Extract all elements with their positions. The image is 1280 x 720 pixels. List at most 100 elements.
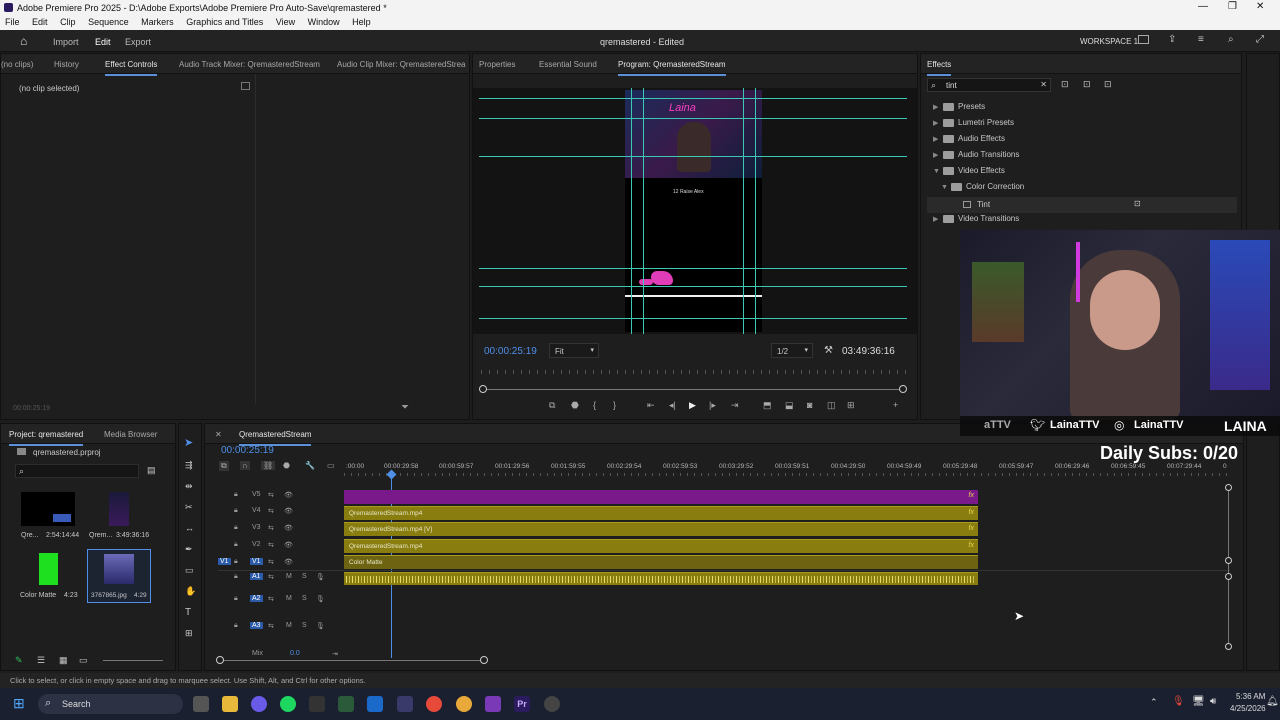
selection-tool-icon[interactable]: ➤	[184, 436, 193, 449]
lock-icon[interactable]: 🔒︎	[234, 491, 238, 499]
track-name[interactable]: A3	[250, 622, 263, 629]
eye-icon[interactable]: 👁︎	[284, 558, 293, 566]
chrome-icon[interactable]	[426, 696, 442, 712]
tab-effects[interactable]: Effects	[927, 60, 952, 76]
tab-no-clips[interactable]: (no clips)	[1, 60, 33, 69]
sync-lock-icon[interactable]: ⇆	[268, 541, 274, 549]
project-item-thumb[interactable]	[21, 492, 75, 526]
tab-audio-track-mixer[interactable]: Audio Track Mixer: QremasteredStream	[179, 60, 320, 69]
clip-v2[interactable]: QremasteredStream.mp4 fx	[344, 539, 978, 553]
clip-v3[interactable]: QremasteredStream.mp4 [V] fx	[344, 522, 978, 536]
32bit-effects-icon[interactable]: ⊡	[1083, 79, 1091, 90]
excel-icon[interactable]	[338, 696, 354, 712]
sync-lock-icon[interactable]: ⇆	[268, 524, 274, 532]
sync-lock-icon[interactable]: ⇆	[268, 573, 274, 581]
tab-program[interactable]: Program: QremasteredStream	[618, 60, 726, 76]
lock-icon[interactable]: 🔒︎	[234, 541, 238, 549]
share-icon[interactable]: ⇪	[1168, 34, 1176, 45]
app-icon[interactable]	[485, 696, 501, 712]
scroll-handle[interactable]	[1225, 573, 1232, 580]
lock-icon[interactable]: 🔒︎	[234, 595, 238, 603]
filter-icon[interactable]: ⏷	[401, 402, 409, 413]
lock-icon[interactable]: 🔒︎	[234, 558, 238, 566]
timeline-timecode[interactable]: 00:00:25:19	[221, 445, 274, 456]
track-name[interactable]: A2	[250, 595, 263, 602]
resolution-dropdown[interactable]: 1/2 ▾	[771, 343, 813, 358]
import-tab[interactable]: Import	[53, 37, 79, 47]
go-to-out-icon[interactable]: ⇥	[332, 650, 338, 658]
workspace-label[interactable]: WORKSPACE 1	[1080, 37, 1138, 46]
tree-item-tint[interactable]: Tint	[927, 197, 1237, 213]
marker-icon[interactable]: ⬣	[571, 400, 579, 411]
freeform-view-icon[interactable]: ▭	[79, 655, 88, 666]
mic-icon[interactable]: 🎙︎	[316, 573, 325, 581]
mute-button[interactable]: M	[286, 595, 292, 602]
eye-icon[interactable]: 👁︎	[284, 524, 293, 532]
maximize-icon[interactable]: ❐	[1228, 1, 1237, 12]
menu-markers[interactable]: Markers	[141, 17, 174, 27]
wrench-icon[interactable]: ⚒	[824, 345, 833, 356]
tree-item-presets[interactable]: ▶ Presets	[933, 102, 985, 118]
track-name[interactable]: V1	[250, 558, 263, 565]
comparison-view-icon[interactable]: ◫	[827, 400, 836, 411]
tree-item-video-effects[interactable]: ▼ Video Effects	[933, 166, 1005, 182]
sync-lock-icon[interactable]: ⇆	[268, 595, 274, 603]
export-tab[interactable]: Export	[125, 37, 151, 47]
clip-v5[interactable]: fx	[344, 490, 978, 504]
sync-lock-icon[interactable]: ⇆	[268, 507, 274, 515]
file-explorer-icon[interactable]	[222, 696, 238, 712]
pen-tool-icon[interactable]: ✒	[185, 544, 193, 555]
notification-icon[interactable]: 🔔︎	[1266, 696, 1279, 707]
clip-v1[interactable]: Color Matte	[344, 555, 978, 569]
menu-file[interactable]: File	[5, 17, 20, 27]
program-ruler[interactable]	[481, 370, 909, 374]
clock-date[interactable]: 4/25/2026	[1230, 704, 1266, 713]
lift-icon[interactable]: ⬒	[763, 400, 772, 411]
mic-icon[interactable]: 🎙︎	[316, 595, 325, 603]
thumbnail-size-slider[interactable]	[103, 660, 163, 661]
quick-export-icon[interactable]	[1138, 35, 1149, 44]
premiere-taskbar-icon[interactable]: Pr	[514, 696, 530, 712]
new-bin-icon[interactable]: ▤	[147, 465, 156, 476]
mute-button[interactable]: M	[286, 622, 292, 629]
eye-icon[interactable]: 👁︎	[284, 507, 293, 515]
fit-dropdown[interactable]: Fit ▾	[549, 343, 599, 358]
scroll-handle[interactable]	[1225, 484, 1232, 491]
menu-graphics[interactable]: Graphics and Titles	[186, 17, 263, 27]
program-timecode[interactable]: 00:00:25:19	[484, 346, 537, 357]
tree-item-audio-effects[interactable]: ▶ Audio Effects	[933, 134, 1005, 150]
windows-start-icon[interactable]: ⊞	[13, 695, 25, 712]
track-select-tool-icon[interactable]: ⇶	[185, 460, 193, 471]
menu-sequence[interactable]: Sequence	[88, 17, 129, 27]
mic-tray-icon[interactable]: 🎙︎	[1172, 696, 1185, 707]
go-to-in-icon[interactable]: ⇤	[647, 400, 655, 411]
icon-view-icon[interactable]: ▦	[59, 655, 68, 666]
project-item-thumb[interactable]	[39, 553, 58, 585]
menu-edit[interactable]: Edit	[32, 17, 48, 27]
chrome-profile-icon[interactable]	[456, 696, 472, 712]
step-back-icon[interactable]: ◂|	[669, 400, 676, 411]
effects-search-input[interactable]: ⌕ tint ✕	[927, 78, 1051, 92]
tab-essential-sound[interactable]: Essential Sound	[539, 60, 597, 69]
insert-icon[interactable]: ⧉	[549, 400, 555, 411]
volume-icon[interactable]: 🔊︎	[1210, 696, 1216, 707]
spotify-icon[interactable]	[280, 696, 296, 712]
solo-button[interactable]: S	[302, 595, 307, 602]
lock-icon[interactable]: 🔒︎	[234, 507, 238, 515]
home-icon[interactable]: ⌂	[20, 34, 27, 48]
extract-icon[interactable]: ⬓	[785, 400, 794, 411]
track-name[interactable]: A1	[250, 573, 263, 580]
lock-icon[interactable]: 🔒︎	[234, 622, 238, 630]
app-icon[interactable]	[544, 696, 560, 712]
tab-media-browser[interactable]: Media Browser	[104, 430, 157, 439]
solo-button[interactable]: S	[302, 622, 307, 629]
menu-window[interactable]: Window	[308, 17, 340, 27]
tray-overflow-icon[interactable]: ⌃	[1150, 697, 1158, 708]
add-marker-icon[interactable]: ⬣	[283, 461, 290, 470]
taskbar-search[interactable]: ⌕ Search	[38, 694, 183, 714]
hand-tool-icon[interactable]: ✋	[185, 586, 196, 597]
vertical-scrollbar[interactable]	[1228, 487, 1229, 647]
slip-tool-icon[interactable]: ↔	[185, 523, 194, 533]
zoom-scrollbar[interactable]	[483, 389, 905, 390]
mute-button[interactable]: M	[286, 573, 292, 580]
